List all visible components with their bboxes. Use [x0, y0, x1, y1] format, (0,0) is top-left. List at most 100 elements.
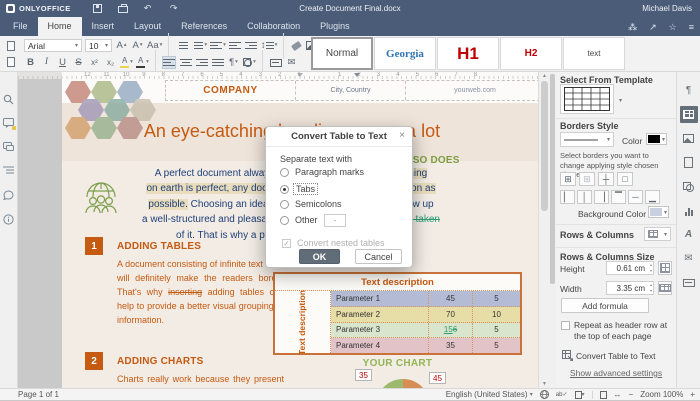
mail-merge-settings-icon[interactable]: ✉	[680, 250, 698, 267]
spellcheck-icon[interactable]: ab✓	[556, 391, 568, 398]
fit-width-icon[interactable]: ↔	[614, 390, 622, 399]
style-gallery-item[interactable]: text	[563, 37, 625, 70]
scrollbar-thumb[interactable]	[541, 81, 548, 211]
font-size-select[interactable]: 10▾	[85, 39, 112, 52]
table-settings-icon[interactable]	[680, 106, 698, 123]
border-preset-button[interactable]: □	[617, 172, 633, 186]
increase-indent-icon[interactable]	[245, 39, 258, 52]
nonprinting-characters-icon[interactable]: ¶▾	[227, 56, 240, 69]
panel-scrollbar[interactable]	[549, 72, 556, 388]
ribbon-tab[interactable]: Collaboration	[237, 17, 310, 36]
border-preset-button[interactable]: ┼	[598, 172, 614, 186]
table-template-preview[interactable]	[560, 84, 614, 114]
zoom-out-icon[interactable]: −	[629, 390, 634, 399]
style-gallery-item[interactable]: H2	[500, 37, 562, 70]
paragraph-settings-icon[interactable]: ¶	[680, 82, 698, 99]
comments-icon[interactable]	[3, 118, 14, 129]
align-left-icon[interactable]	[162, 56, 176, 69]
feedback-icon[interactable]	[3, 190, 14, 201]
radio-circle[interactable]	[280, 216, 289, 225]
distribute-rows-icon[interactable]	[658, 261, 672, 275]
website-placeholder[interactable]: yourweb.com	[406, 81, 538, 100]
table-row[interactable]: Parameter 4 35 5	[331, 338, 520, 353]
table-row[interactable]: Parameter 1 45 5	[331, 291, 520, 307]
clear-style-icon[interactable]	[290, 39, 303, 52]
convert-table-link[interactable]: Convert Table to Text	[576, 351, 656, 361]
radio-tabs[interactable]: Tabs	[280, 183, 318, 195]
hamburger-menu-icon[interactable]: ≡	[689, 22, 694, 32]
checkbox-checked-icon[interactable]: ✓	[282, 239, 291, 248]
page-break-icon[interactable]	[269, 56, 282, 69]
radio-circle-selected[interactable]	[280, 185, 289, 194]
mail-merge-icon[interactable]: ✉	[285, 56, 298, 69]
subscript-icon[interactable]: x₂	[104, 56, 117, 69]
chat-icon[interactable]	[3, 142, 14, 153]
italic-icon[interactable]: I	[40, 56, 53, 69]
paste-icon[interactable]	[7, 41, 15, 51]
table-header-cell[interactable]: Text description	[275, 274, 520, 291]
ribbon-tab[interactable]: Insert	[82, 17, 125, 36]
radio-circle[interactable]	[280, 168, 289, 177]
bullet-list-icon[interactable]	[175, 39, 188, 52]
strikethrough-icon[interactable]: S	[72, 56, 85, 69]
document-language-icon[interactable]	[540, 390, 549, 399]
about-icon[interactable]	[3, 214, 14, 225]
document-table[interactable]: Text description Text description Parame…	[273, 272, 522, 355]
border-preset-button[interactable]: │	[577, 190, 592, 204]
add-formula-button[interactable]: Add formula	[561, 298, 649, 313]
border-preset-button[interactable]: ⊞	[560, 172, 576, 186]
horizontal-ruler[interactable]: 12111098765432112345678	[18, 72, 548, 79]
align-justify-icon[interactable]	[211, 56, 224, 69]
open-file-location-icon[interactable]: ↗	[649, 22, 657, 32]
document-scrollbar[interactable]: ▲ ▼	[538, 72, 549, 388]
favorite-star-icon[interactable]: ☆	[669, 22, 677, 32]
search-icon[interactable]	[3, 94, 14, 105]
ok-button[interactable]: OK	[299, 249, 340, 264]
company-placeholder[interactable]: COMPANY	[166, 81, 296, 100]
zoom-level[interactable]: Zoom 100%	[640, 390, 683, 399]
radio-other[interactable]: Other	[280, 215, 318, 225]
radio-circle[interactable]	[280, 200, 289, 209]
border-preset-button[interactable]: ▕	[594, 190, 609, 204]
form-settings-icon[interactable]	[680, 274, 698, 291]
radio-semicolons[interactable]: Semicolons	[280, 199, 342, 209]
style-gallery-item[interactable]: H1	[437, 37, 499, 70]
border-size-select[interactable]: ▾	[560, 132, 614, 147]
numbered-list-icon[interactable]: ▾	[191, 39, 207, 52]
superscript-icon[interactable]: x²	[88, 56, 101, 69]
track-changes-icon[interactable]: ▾	[575, 391, 585, 399]
ribbon-tab[interactable]: Layout	[124, 17, 171, 36]
border-preset-button[interactable]: ─	[628, 190, 643, 204]
border-color-picker[interactable]: ▾	[646, 133, 667, 145]
cancel-button[interactable]: Cancel	[355, 249, 402, 264]
radio-paragraph-marks[interactable]: Paragraph marks	[280, 167, 364, 177]
height-input[interactable]: 0.61 cm▴▾	[606, 261, 654, 275]
underline-icon[interactable]: U	[56, 56, 69, 69]
advanced-settings-link[interactable]: Show advanced settings	[556, 368, 676, 378]
border-preset-button[interactable]: ▔	[611, 190, 626, 204]
add-user-icon[interactable]: ⁂	[628, 22, 637, 32]
shape-settings-icon[interactable]	[680, 178, 698, 195]
dialog-close-icon[interactable]: ×	[399, 130, 405, 141]
zoom-in-icon[interactable]: +	[690, 390, 695, 399]
paragraph-shading-icon[interactable]: ▾	[243, 56, 256, 69]
fit-page-icon[interactable]	[600, 391, 607, 399]
header-footer-settings-icon[interactable]	[680, 154, 698, 171]
language-selector[interactable]: English (United States) ▾	[446, 390, 533, 399]
style-gallery-item[interactable]: Georgia	[374, 37, 436, 70]
font-color-icon[interactable]: A▾	[136, 56, 149, 69]
highlight-color-icon[interactable]: A▾	[120, 56, 133, 69]
bold-icon[interactable]: B	[24, 56, 37, 69]
style-gallery-item[interactable]: Normal	[311, 37, 373, 70]
table-row[interactable]: Parameter 3 156 5	[331, 323, 520, 339]
chart-settings-icon[interactable]	[680, 202, 698, 219]
decrease-indent-icon[interactable]	[229, 39, 242, 52]
page-indicator[interactable]: Page 1 of 1	[18, 390, 59, 399]
line-spacing-icon[interactable]: ↕▾	[261, 39, 278, 52]
decrement-font-icon[interactable]: A▾	[131, 39, 144, 52]
ribbon-tab[interactable]: File	[3, 17, 38, 36]
template-dropdown-icon[interactable]: ▾	[619, 97, 622, 104]
dialog-header[interactable]: Convert Table to Text ×	[266, 127, 412, 147]
border-preset-button[interactable]: ▁	[645, 190, 660, 204]
rows-columns-dropdown[interactable]: ▾	[644, 227, 671, 241]
